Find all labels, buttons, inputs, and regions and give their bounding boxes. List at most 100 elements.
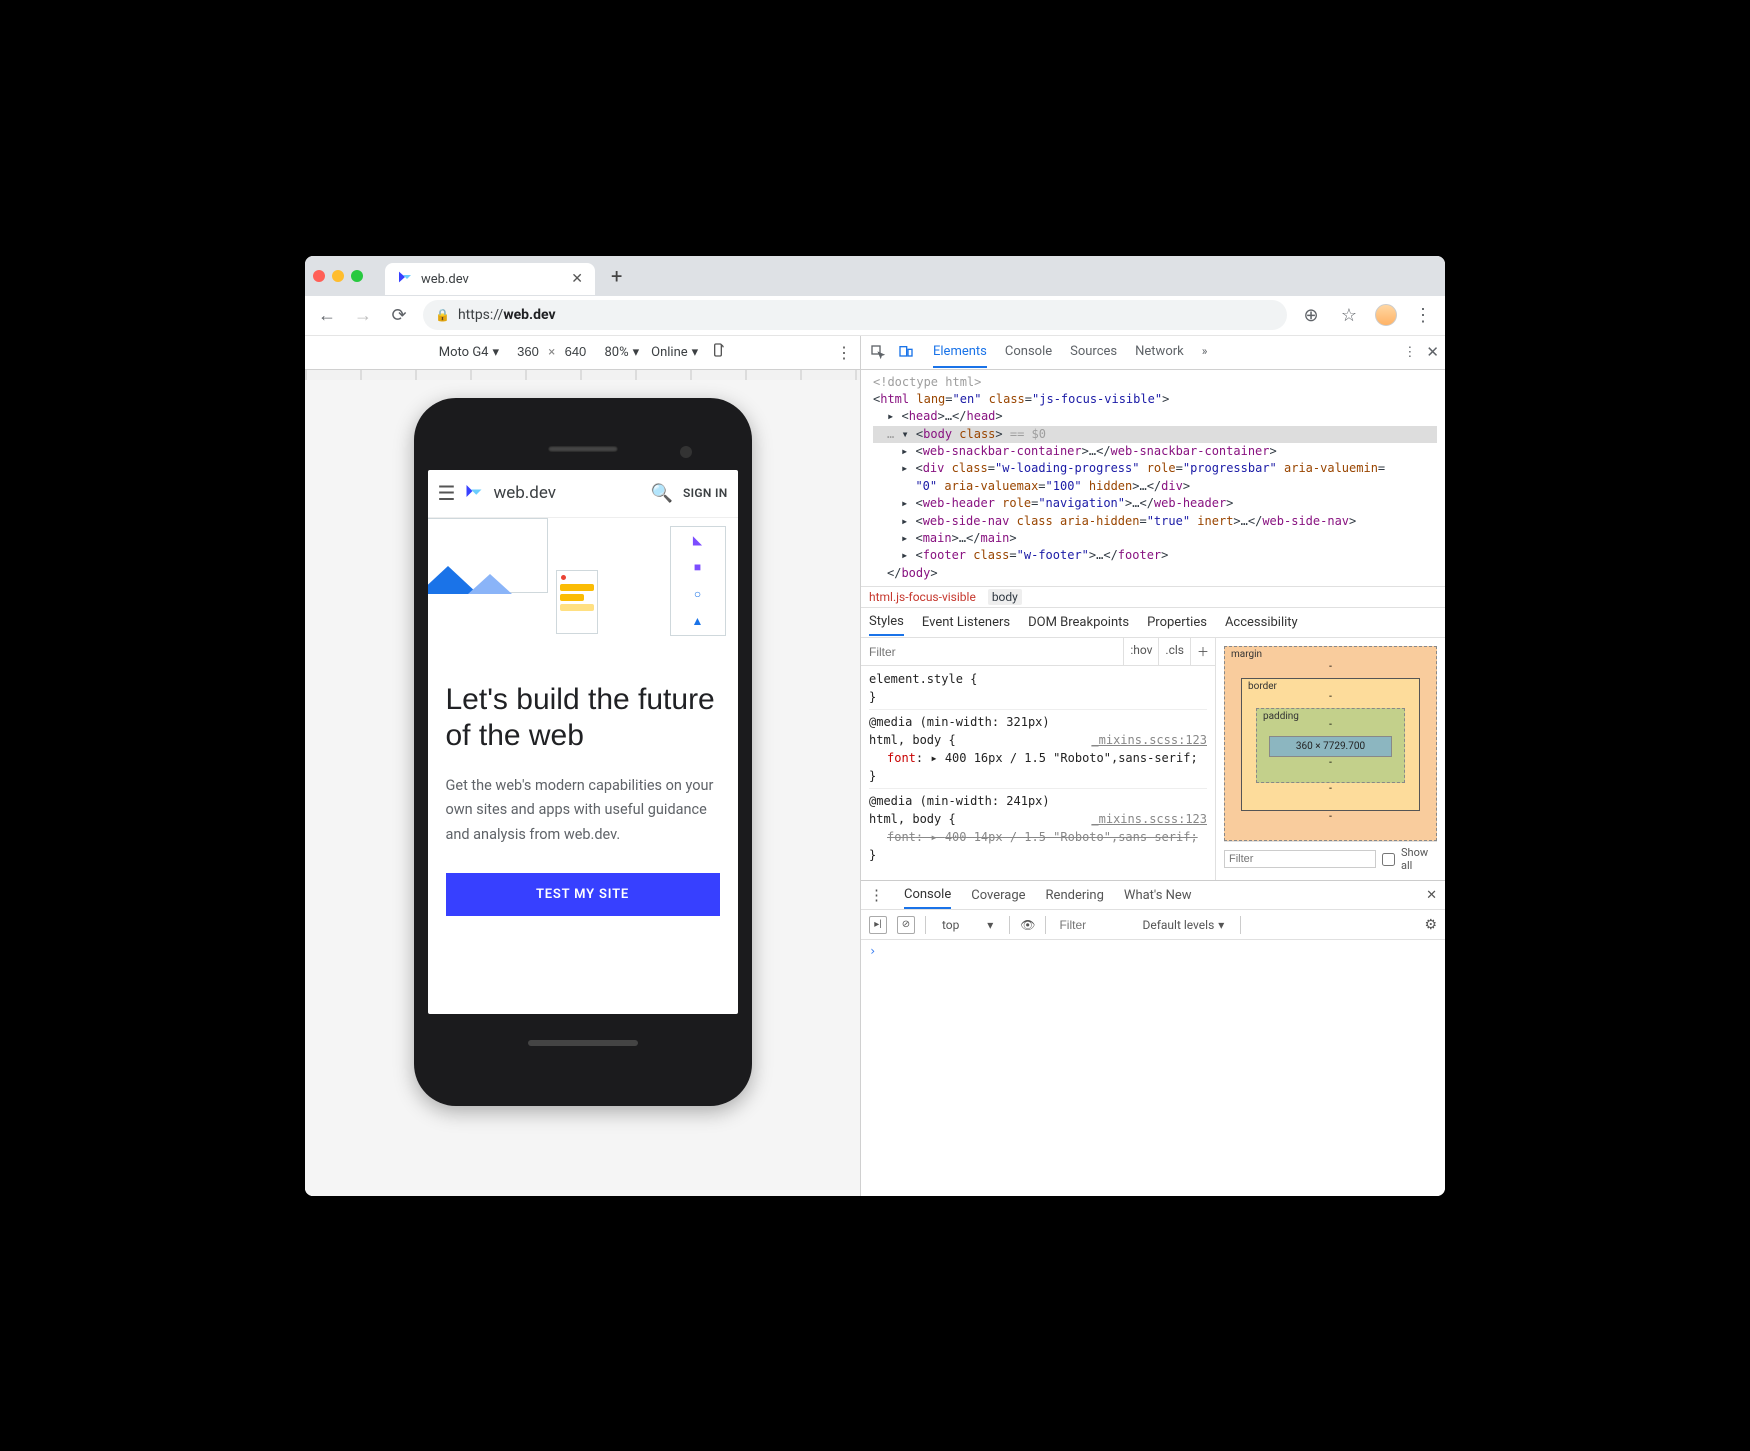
tab-console[interactable]: Console (1005, 337, 1052, 368)
dom-body-selected[interactable]: … ▾ <body class> == $0 (873, 426, 1437, 443)
device-select[interactable]: Moto G4 ▾ (439, 345, 499, 360)
tab-accessibility[interactable]: Accessibility (1225, 610, 1298, 635)
crumb-selected[interactable]: body (988, 589, 1022, 605)
console-settings-icon[interactable]: ⚙ (1424, 917, 1437, 933)
bar-icon (560, 604, 594, 611)
close-tab-icon[interactable]: ✕ (571, 271, 583, 287)
dom-line[interactable]: ▸ <web-header role="navigation">…</web-h… (873, 495, 1437, 512)
css-rule[interactable]: @media (min-width: 321px) html, body {_m… (869, 709, 1207, 785)
dom-head[interactable]: ▸ <head>…</head> (873, 408, 1437, 425)
browser-window: web.dev ✕ + ← → ⟳ 🔒 https://web.dev ⊕ ☆ … (305, 256, 1445, 1196)
console-sidebar-icon[interactable]: ▸| (869, 916, 887, 934)
cta-button[interactable]: TEST MY SITE (446, 873, 720, 916)
tab-properties[interactable]: Properties (1147, 610, 1207, 635)
cls-toggle[interactable]: .cls (1158, 638, 1190, 665)
drawer-close-icon[interactable]: ✕ (1426, 883, 1437, 908)
bookmark-icon[interactable]: ☆ (1337, 303, 1361, 327)
styles-filter-input[interactable] (861, 638, 1123, 665)
dom-tree[interactable]: <!doctype html> <html lang="en" class="j… (861, 370, 1445, 587)
forward-button[interactable]: → (351, 303, 375, 327)
device-height-input[interactable] (558, 344, 592, 359)
hamburger-icon[interactable]: ☰ (438, 481, 456, 505)
install-icon[interactable]: ⊕ (1299, 303, 1323, 327)
drawer-tab-rendering[interactable]: Rendering (1046, 883, 1104, 908)
back-button[interactable]: ← (315, 303, 339, 327)
dom-line[interactable]: ▸ <div class="w-loading-progress" role="… (873, 460, 1437, 495)
url-text: https://web.dev (458, 307, 556, 323)
crumb-root[interactable]: html.js-focus-visible (869, 590, 976, 604)
profile-avatar[interactable] (1375, 304, 1397, 326)
console-output[interactable]: › (861, 940, 1445, 1195)
throttling-select[interactable]: Online ▾ (651, 345, 698, 360)
browser-toolbar: ← → ⟳ 🔒 https://web.dev ⊕ ☆ ⋮ (305, 296, 1445, 336)
box-padding-label: padding (1263, 711, 1299, 722)
tab-elements[interactable]: Elements (933, 337, 987, 368)
element-style[interactable]: element.style {} (869, 670, 1207, 706)
box-margin-label: margin (1231, 649, 1262, 660)
inspect-icon[interactable] (867, 341, 889, 363)
show-all-checkbox[interactable] (1382, 853, 1395, 866)
show-all-label: Show all (1401, 846, 1437, 872)
clear-console-icon[interactable]: ⊘ (897, 916, 915, 934)
tab-dom-breakpoints[interactable]: DOM Breakpoints (1028, 610, 1129, 635)
close-window-icon[interactable] (313, 270, 325, 282)
chrome-menu-icon[interactable]: ⋮ (1411, 303, 1435, 327)
address-bar[interactable]: 🔒 https://web.dev (423, 300, 1287, 330)
css-rule[interactable]: @media (min-width: 241px) html, body {_m… (869, 788, 1207, 864)
styles-filter-row: :hov .cls ＋ (861, 638, 1215, 666)
hov-toggle[interactable]: :hov (1123, 638, 1158, 665)
dom-line[interactable]: ▸ <main>…</main> (873, 530, 1437, 547)
console-context-select[interactable]: top ▾ (936, 916, 999, 934)
device-width-input[interactable] (511, 344, 545, 359)
sign-in-button[interactable]: SIGN IN (683, 486, 727, 500)
emulated-screen[interactable]: ☰ web.dev 🔍 SIGN IN (428, 470, 738, 1014)
devtools-menu-icon[interactable]: ⋮ (1403, 345, 1416, 360)
bar-icon (560, 594, 584, 601)
device-mode-icon[interactable] (895, 341, 917, 363)
dom-line[interactable]: ▸ <web-snackbar-container>…</web-snackba… (873, 443, 1437, 460)
console-levels-select[interactable]: Default levels ▾ (1136, 916, 1230, 934)
phone-frame: ☰ web.dev 🔍 SIGN IN (414, 398, 752, 1106)
lock-icon: 🔒 (435, 308, 450, 322)
tab-sources[interactable]: Sources (1070, 337, 1117, 368)
drawer-tab-coverage[interactable]: Coverage (971, 883, 1025, 908)
tab-styles[interactable]: Styles (869, 609, 904, 636)
drawer-tabs: ⋮ Console Coverage Rendering What's New … (861, 880, 1445, 910)
devtools-toolbar: Elements Console Sources Network » ⋮ ✕ (861, 336, 1445, 370)
reload-button[interactable]: ⟳ (387, 303, 411, 327)
dom-line[interactable]: ▸ <web-side-nav class aria-hidden="true"… (873, 513, 1437, 530)
tab-strip: web.dev ✕ + (305, 256, 1445, 296)
home-bar-icon (528, 1040, 638, 1046)
minimize-window-icon[interactable] (332, 270, 344, 282)
rotate-icon[interactable] (710, 342, 726, 362)
dom-doctype: <!doctype html> (873, 374, 1437, 391)
device-toolbar-menu-icon[interactable]: ⋮ (836, 343, 852, 362)
search-icon[interactable]: 🔍 (651, 483, 673, 504)
computed-filter-input[interactable] (1224, 850, 1376, 868)
devtools-close-icon[interactable]: ✕ (1426, 343, 1439, 361)
box-border-label: border (1248, 681, 1277, 692)
dom-breadcrumb[interactable]: html.js-focus-visible body (861, 586, 1445, 608)
box-model[interactable]: margin - border - padding - 360 × 7729.7… (1224, 646, 1437, 841)
dom-html[interactable]: <html lang="en" class="js-focus-visible"… (873, 391, 1437, 408)
dom-body-close: </body> (873, 565, 1437, 582)
shape-icon: ◣ (693, 533, 702, 547)
speaker-icon (548, 446, 618, 452)
zoom-select[interactable]: 80% ▾ (604, 345, 639, 360)
tab-event-listeners[interactable]: Event Listeners (922, 610, 1010, 635)
styles-rules[interactable]: element.style {} @media (min-width: 321p… (861, 666, 1215, 880)
hero-illustration: ◣ ■ ○ ▲ (428, 518, 738, 658)
more-tabs-icon[interactable]: » (1202, 337, 1208, 368)
browser-tab[interactable]: web.dev ✕ (385, 263, 595, 295)
dom-line[interactable]: ▸ <footer class="w-footer">…</footer> (873, 547, 1437, 564)
console-filter-input[interactable] (1056, 915, 1126, 935)
device-emulation-pane: Moto G4 ▾ × 80% ▾ Online ▾ ⋮ (305, 336, 860, 1196)
new-rule-icon[interactable]: ＋ (1190, 638, 1215, 665)
maximize-window-icon[interactable] (351, 270, 363, 282)
live-expression-icon[interactable]: 👁 (1020, 918, 1035, 932)
new-tab-button[interactable]: + (611, 264, 622, 288)
drawer-tab-whatsnew[interactable]: What's New (1124, 883, 1192, 908)
drawer-tab-console[interactable]: Console (904, 882, 951, 909)
tab-network[interactable]: Network (1135, 337, 1184, 368)
drawer-menu-icon[interactable]: ⋮ (869, 881, 884, 909)
